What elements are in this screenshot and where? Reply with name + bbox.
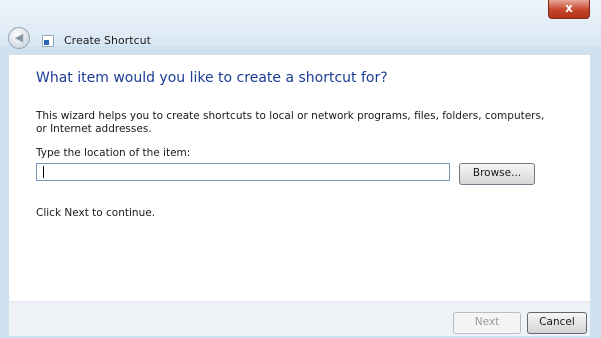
shortcut-icon bbox=[42, 35, 54, 47]
wizard-heading: What item would you like to create a sho… bbox=[36, 70, 388, 86]
wizard-content: What item would you like to create a sho… bbox=[9, 54, 590, 301]
location-label: Type the location of the item: bbox=[36, 147, 191, 159]
cancel-button[interactable]: Cancel bbox=[527, 312, 587, 334]
location-input[interactable] bbox=[36, 163, 450, 181]
window-title: Create Shortcut bbox=[64, 34, 151, 47]
wizard-intro: This wizard helps you to create shortcut… bbox=[36, 110, 545, 135]
back-button[interactable]: ◀ bbox=[8, 27, 30, 49]
back-arrow-icon: ◀ bbox=[14, 31, 24, 44]
create-shortcut-window: x ◀ Create Shortcut What item would you … bbox=[0, 0, 601, 338]
close-button[interactable]: x bbox=[548, 0, 590, 19]
browse-button[interactable]: Browse... bbox=[459, 163, 535, 185]
close-icon: x bbox=[565, 1, 573, 15]
text-caret bbox=[43, 166, 44, 178]
continue-hint: Click Next to continue. bbox=[36, 207, 156, 219]
title-bar: x ◀ Create Shortcut bbox=[0, 0, 601, 49]
wizard-footer: Next Cancel bbox=[9, 301, 590, 336]
next-button[interactable]: Next bbox=[453, 312, 521, 334]
